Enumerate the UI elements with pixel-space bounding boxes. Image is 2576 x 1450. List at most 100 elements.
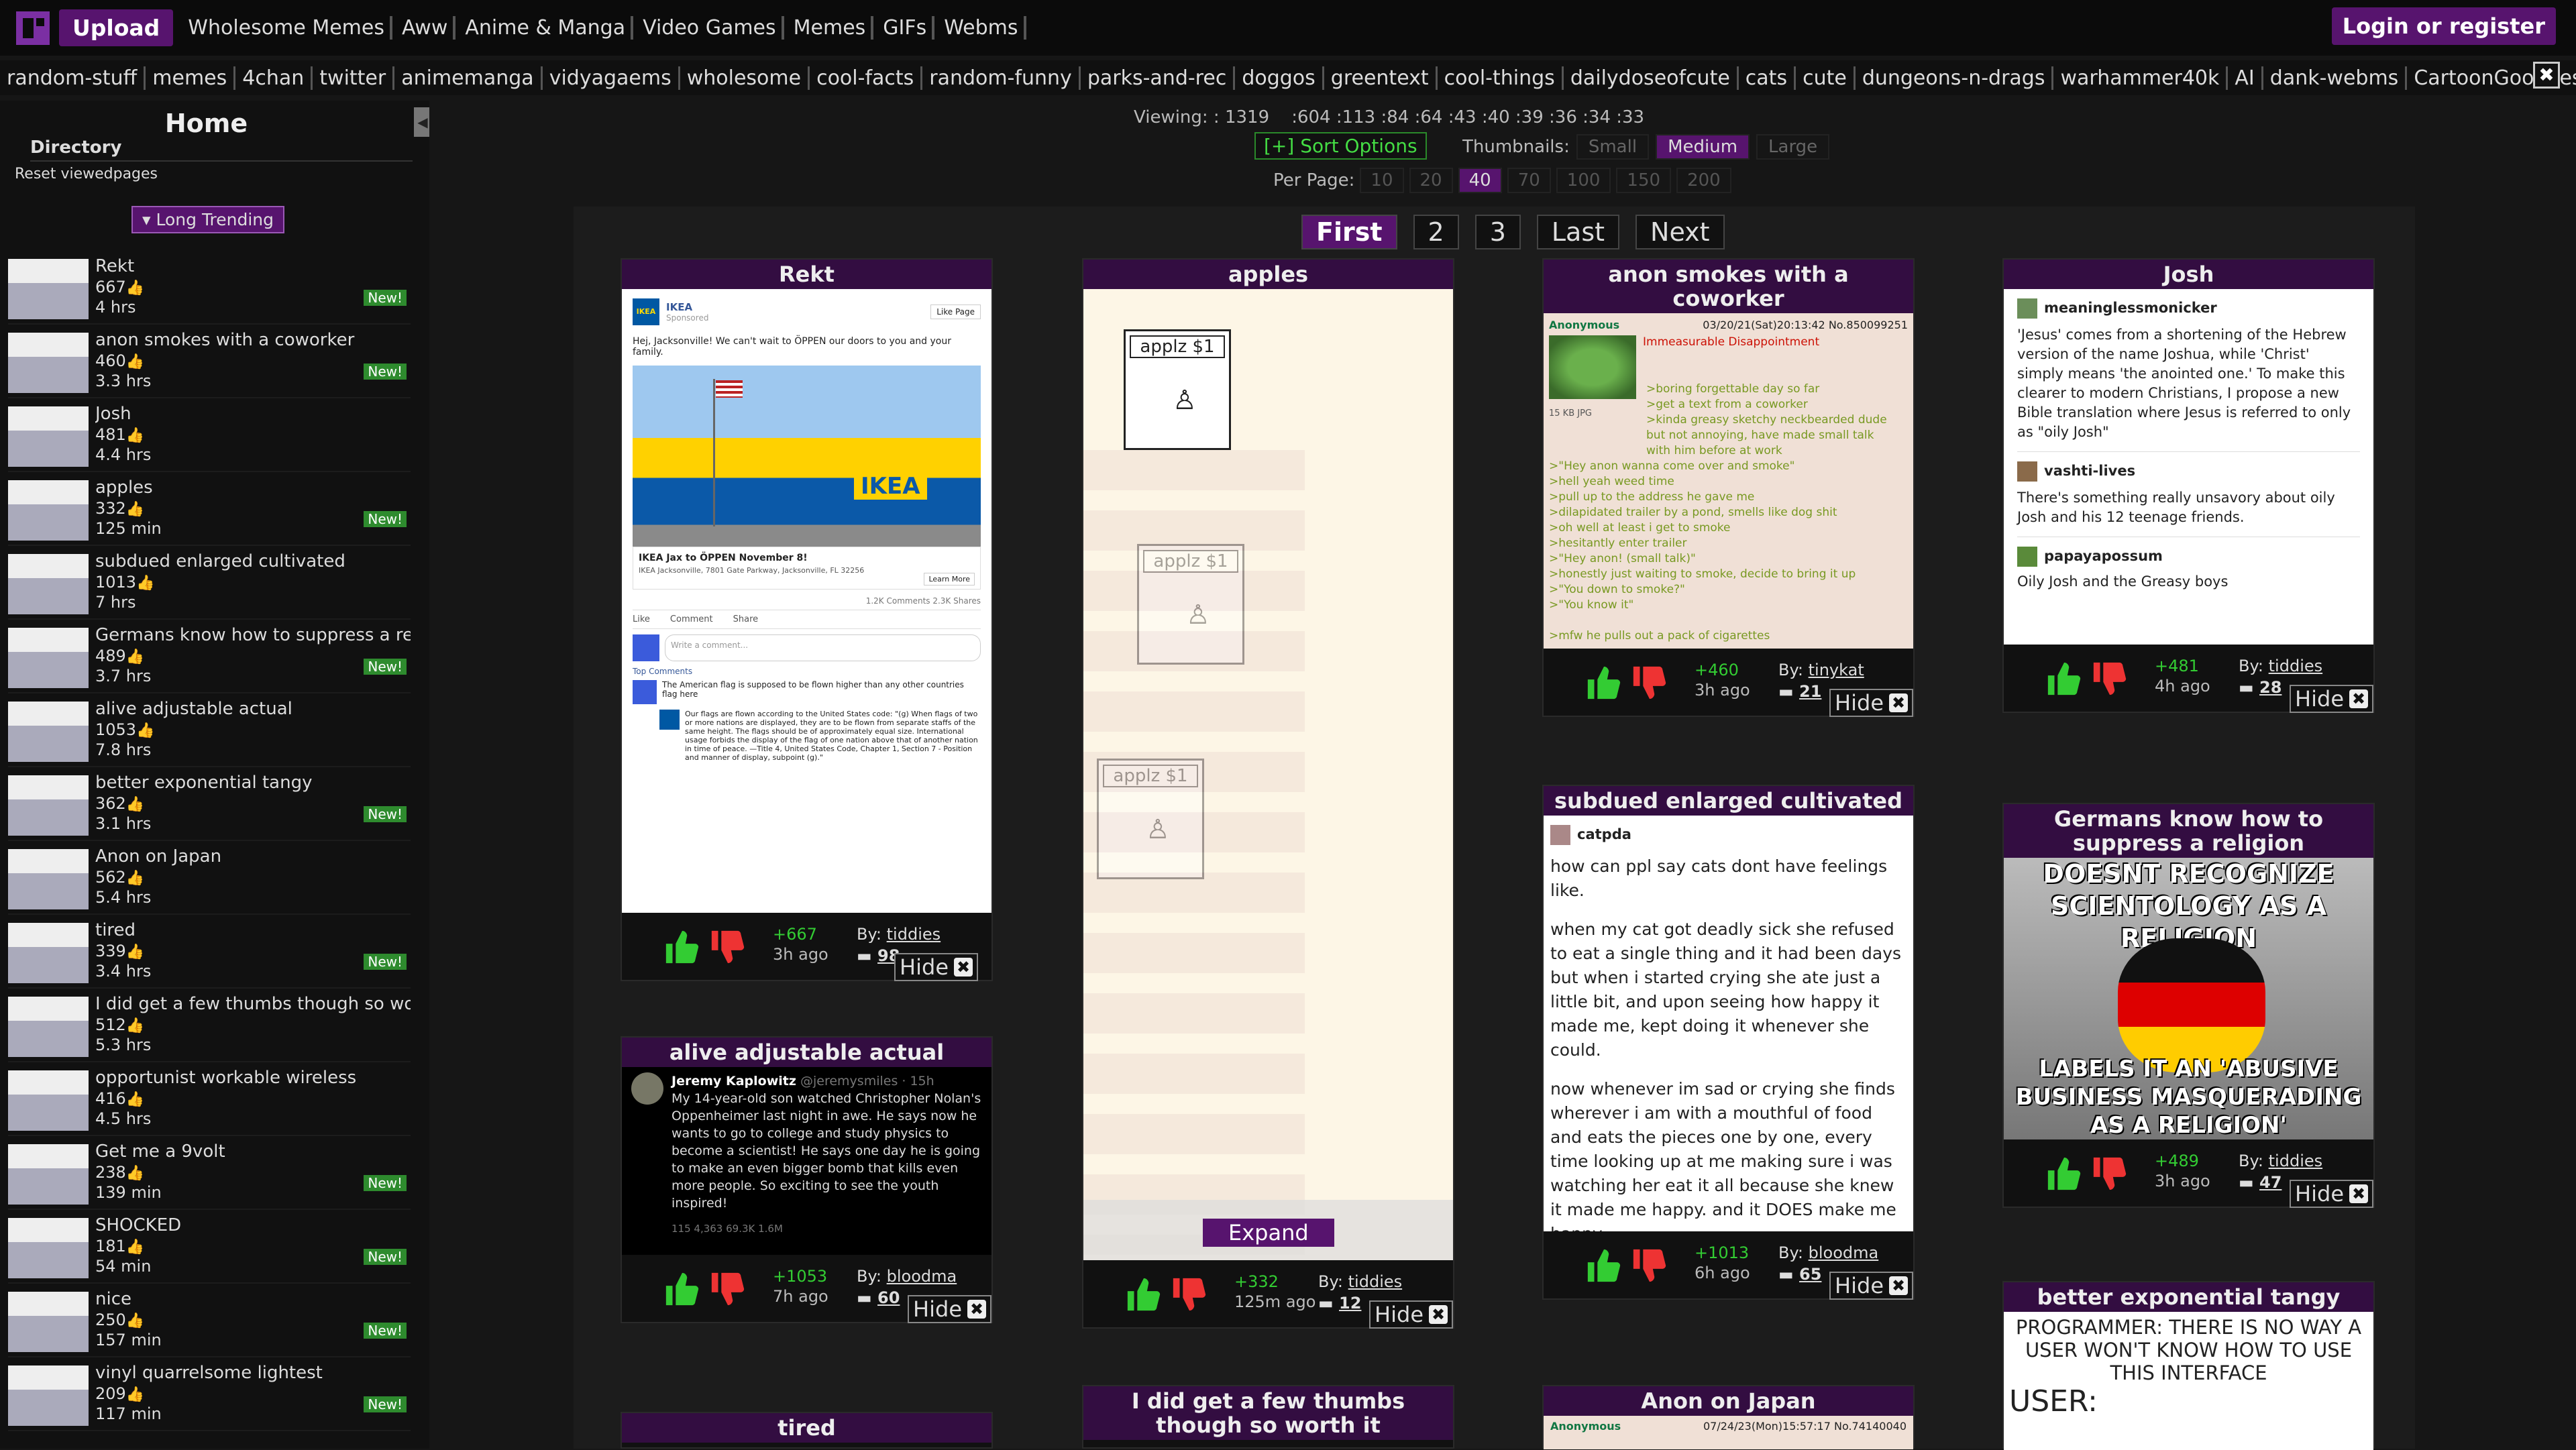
hide-button[interactable]: Hide ✖	[1829, 1272, 1913, 1300]
page-first[interactable]: First	[1301, 215, 1397, 249]
post-card-anon-smokes[interactable]: anon smokes with a coworker Anonymous 03/…	[1542, 258, 1915, 717]
tag-link[interactable]: cats	[1739, 66, 1796, 90]
sidebar-item-title[interactable]: Germans know how to suppress a religi	[95, 625, 411, 645]
post-image[interactable]: Anonymous 03/20/21(Sat)20:13:42 No.850099…	[1544, 313, 1913, 649]
comment-count[interactable]: ▬ 12	[1318, 1294, 1361, 1313]
sidebar-item[interactable]: Get me a 9volt 238👍 139 min New!	[8, 1140, 411, 1210]
sidebar-thumbnail[interactable]	[8, 1365, 89, 1426]
upload-button[interactable]: Upload	[59, 9, 174, 46]
post-card-germans[interactable]: Germans know how to suppress a religion …	[2002, 803, 2375, 1208]
sidebar-item-title[interactable]: tired	[95, 920, 411, 940]
page-next[interactable]: Next	[1635, 215, 1725, 249]
sidebar-thumbnail[interactable]	[8, 333, 89, 393]
thumbs-down-icon[interactable]	[1629, 1246, 1670, 1285]
tag-link[interactable]: doggos	[1235, 66, 1324, 90]
post-title[interactable]: Germans know how to suppress a religion	[2004, 804, 2373, 858]
sidebar-item-title[interactable]: vinyl quarrelsome lightest	[95, 1363, 411, 1383]
hide-button[interactable]: Hide ✖	[908, 1295, 991, 1323]
tag-link[interactable]: cute	[1796, 66, 1856, 90]
author-link[interactable]: tiddies	[1348, 1272, 1402, 1291]
tag-link[interactable]: cool-things	[1438, 66, 1564, 90]
tag-link[interactable]: parks-and-rec	[1081, 66, 1236, 90]
page-last[interactable]: Last	[1536, 215, 1620, 249]
tag-link[interactable]: animemanga	[394, 66, 543, 90]
sidebar-item-title[interactable]: Josh	[95, 404, 411, 424]
post-title[interactable]: Josh	[2004, 260, 2373, 289]
sidebar-thumbnail[interactable]	[8, 1144, 89, 1205]
per-page-70[interactable]: 70	[1507, 168, 1551, 193]
comment-count[interactable]: ▬ 28	[2239, 678, 2282, 697]
nav-video-games[interactable]: Video Games	[637, 16, 784, 40]
sidebar-item[interactable]: nice 250👍 157 min New!	[8, 1288, 411, 1357]
post-title[interactable]: Rekt	[622, 260, 991, 289]
nav-aww[interactable]: Aww	[396, 16, 456, 40]
tag-link[interactable]: vidyagaems	[543, 66, 680, 90]
post-card-tired[interactable]: tired	[621, 1412, 993, 1449]
reset-viewed-link[interactable]: Reset viewedpages	[15, 166, 158, 182]
thumb-size-small[interactable]: Small	[1576, 134, 1650, 160]
sidebar-thumbnail[interactable]	[8, 1218, 89, 1278]
post-title[interactable]: apples	[1083, 260, 1453, 289]
collapse-sidebar-icon[interactable]: ◀	[414, 107, 429, 137]
post-image[interactable]: DOESNT RECOGNIZE SCIENTOLOGY AS A RELIGI…	[2004, 858, 2373, 1139]
thumbs-up-icon[interactable]	[662, 1270, 702, 1308]
post-card-rekt[interactable]: Rekt IKEA IKEA Sponsored Like Page Hej, J…	[621, 258, 993, 981]
sidebar-item[interactable]: apples 332👍 125 min New!	[8, 476, 411, 546]
sidebar-thumbnail[interactable]	[8, 702, 89, 762]
sidebar-item[interactable]: anon smokes with a coworker 460👍 3.3 hrs Ne…	[8, 329, 411, 398]
post-card-apples[interactable]: apples applz $1♙ applz $1♙ applz $1♙ Exp…	[1082, 258, 1454, 1329]
tag-link[interactable]: warhammer40k	[2053, 66, 2229, 90]
tag-link[interactable]: dungeons-n-drags	[1856, 66, 2054, 90]
sidebar-thumbnail[interactable]	[8, 554, 89, 614]
hide-button[interactable]: Hide ✖	[894, 953, 978, 981]
sidebar-item[interactable]: Germans know how to suppress a religi 489…	[8, 624, 411, 693]
tag-link[interactable]: wholesome	[680, 66, 810, 90]
post-image[interactable]: Jeremy Kaplowitz @jeremysmiles · 15h My …	[622, 1067, 991, 1255]
sidebar-item[interactable]: tired 339👍 3.4 hrs New!	[8, 919, 411, 989]
login-register-button[interactable]: Login or register	[2331, 7, 2556, 45]
post-image[interactable]: Anonymous 07/24/23(Mon)15:57:17 No.741400…	[1544, 1416, 1913, 1449]
thumbs-down-icon[interactable]	[708, 1270, 748, 1308]
nav-memes[interactable]: Memes	[788, 16, 874, 40]
thumbs-down-icon[interactable]	[1629, 663, 1670, 702]
sidebar-item-title[interactable]: Rekt	[95, 256, 411, 276]
sidebar-item[interactable]: Rekt 667👍 4 hrs New!	[8, 255, 411, 325]
post-card-japan[interactable]: Anon on Japan Anonymous 07/24/23(Mon)15:5…	[1542, 1385, 1915, 1449]
post-card-alive[interactable]: alive adjustable actual Jeremy Kaplowitz…	[621, 1036, 993, 1323]
thumbs-up-icon[interactable]	[2044, 659, 2084, 698]
author-link[interactable]: tiddies	[2269, 657, 2322, 675]
sidebar-thumbnail[interactable]	[8, 406, 89, 467]
sidebar-item-title[interactable]: SHOCKED	[95, 1215, 411, 1235]
post-image[interactable]: IKEA IKEA Sponsored Like Page Hej, Jackso…	[622, 289, 991, 913]
tag-link[interactable]: twitter	[313, 66, 395, 90]
sidebar-item[interactable]: opportunist workable wireless 416👍 4.5 hrs	[8, 1066, 411, 1136]
tag-link[interactable]: AI	[2228, 66, 2263, 90]
tag-link[interactable]: cool-facts	[810, 66, 923, 90]
comment-count[interactable]: ▬ 21	[1778, 682, 1821, 701]
nav-anime-manga[interactable]: Anime & Manga	[460, 16, 634, 40]
sidebar-thumbnail[interactable]	[8, 259, 89, 319]
thumbs-up-icon[interactable]	[1124, 1275, 1164, 1314]
sidebar-item-title[interactable]: I did get a few thumbs though so worth	[95, 994, 411, 1014]
sidebar-item-title[interactable]: Anon on Japan	[95, 846, 411, 867]
sidebar-thumbnail[interactable]	[8, 628, 89, 688]
tag-link[interactable]: 4chan	[235, 66, 313, 90]
comment-count[interactable]: ▬ 60	[857, 1288, 900, 1307]
page-3[interactable]: 3	[1474, 215, 1521, 249]
sidebar-thumbnail[interactable]	[8, 923, 89, 983]
thumbs-up-icon[interactable]	[662, 928, 702, 966]
author-link[interactable]: bloodma	[1809, 1243, 1879, 1262]
post-card-subdued[interactable]: subdued enlarged cultivated catpda how c…	[1542, 785, 1915, 1300]
per-page-150[interactable]: 150	[1616, 168, 1672, 193]
hide-button[interactable]: Hide ✖	[2290, 685, 2373, 713]
thumb-size-medium[interactable]: Medium	[1656, 134, 1750, 160]
tag-link[interactable]: dailydoseofcute	[1564, 66, 1739, 90]
sidebar-thumbnail[interactable]	[8, 849, 89, 909]
hide-button[interactable]: Hide ✖	[2290, 1180, 2373, 1208]
expand-button[interactable]: Expand	[1203, 1219, 1334, 1247]
sidebar-item-title[interactable]: anon smokes with a coworker	[95, 330, 411, 350]
thumbs-down-icon[interactable]	[2090, 659, 2130, 698]
post-card-josh[interactable]: Josh meaninglessmonicker 'Jesus' comes f…	[2002, 258, 2375, 713]
sidebar-thumbnail[interactable]	[8, 480, 89, 541]
post-title[interactable]: I did get a few thumbs though so worth i…	[1083, 1386, 1453, 1440]
